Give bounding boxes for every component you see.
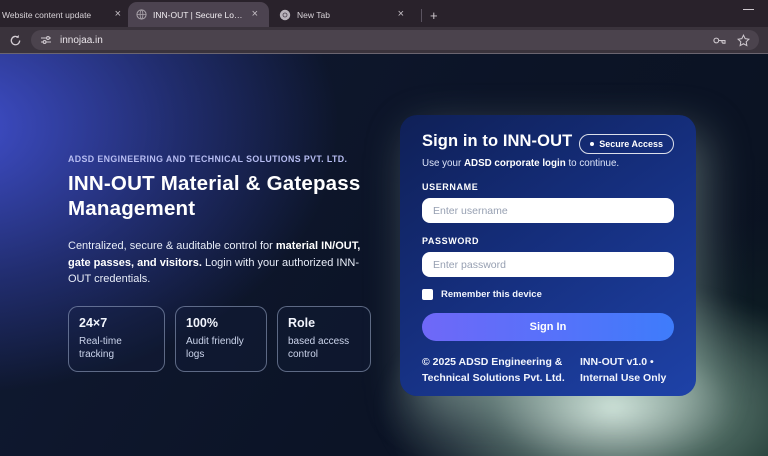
tab-separator: [421, 9, 422, 22]
subtitle-text: to continue.: [565, 158, 620, 169]
chromium-icon: [279, 9, 291, 21]
sign-in-title: Sign in to INN-OUT: [422, 132, 573, 150]
globe-icon: [135, 9, 147, 21]
password-input[interactable]: [422, 252, 674, 277]
stat-card-role-access: Role based access control: [277, 305, 371, 372]
tab-title: INN-OUT | Secure Login: [153, 9, 243, 20]
page-title: INN-OUT Material & Gatepass Management: [68, 172, 361, 220]
tab-strip: Website content update × INN-OUT | Secur…: [0, 0, 768, 27]
stat-card-realtime: 24×7 Real-time tracking: [68, 305, 165, 372]
remember-checkbox[interactable]: [422, 289, 433, 300]
tab-title: Website content update: [2, 9, 92, 20]
stat-subtitle: Real-time tracking: [79, 335, 122, 360]
stat-subtitle: based access control: [288, 335, 350, 360]
badge-label: Secure Access: [599, 139, 663, 149]
sign-in-subtitle: Use your ADSD corporate login to continu…: [422, 158, 674, 169]
browser-window: Website content update × INN-OUT | Secur…: [0, 0, 768, 456]
close-icon[interactable]: ×: [395, 9, 407, 20]
stat-title: 100%: [186, 315, 218, 330]
username-input[interactable]: [422, 198, 674, 223]
sign-in-card: Sign in to INN-OUT Secure Access Use you…: [400, 115, 696, 396]
tab-title: New Tab: [297, 9, 330, 20]
remember-device-row[interactable]: Remember this device: [422, 289, 674, 300]
bookmark-star-icon[interactable]: [737, 33, 750, 47]
remember-label[interactable]: Remember this device: [441, 289, 542, 300]
tab-website-content-update[interactable]: Website content update ×: [0, 2, 128, 27]
browser-toolbar: [0, 27, 768, 54]
sign-in-header: Sign in to INN-OUT Secure Access: [422, 132, 674, 154]
close-icon[interactable]: ×: [249, 9, 261, 20]
address-bar[interactable]: [31, 30, 759, 50]
username-label: USERNAME: [422, 182, 479, 192]
company-eyebrow: ADSD ENGINEERING AND TECHNICAL SOLUTIONS…: [68, 154, 348, 164]
hero-section: ADSD ENGINEERING AND TECHNICAL SOLUTIONS…: [68, 154, 398, 372]
stat-title: Role: [288, 315, 316, 330]
sign-in-button[interactable]: Sign In: [422, 313, 674, 341]
dot-icon: [590, 142, 595, 146]
minimize-button[interactable]: [743, 9, 754, 10]
tab-inn-out-secure-login[interactable]: INN-OUT | Secure Login ×: [128, 2, 269, 27]
tab-new-tab[interactable]: New Tab ×: [269, 2, 415, 27]
password-key-icon[interactable]: [712, 35, 727, 46]
stat-subtitle: Audit friendly logs: [186, 335, 244, 360]
sign-in-footer: © 2025 ADSD Engineering & Technical Solu…: [422, 355, 674, 387]
new-tab-button[interactable]: +: [424, 8, 444, 23]
close-icon[interactable]: ×: [112, 9, 124, 20]
reload-icon[interactable]: [9, 34, 22, 47]
password-label: PASSWORD: [422, 236, 480, 246]
stat-card-row: 24×7 Real-time tracking 100% Audit frien…: [68, 305, 398, 372]
copyright-text: © 2025 ADSD Engineering & Technical Solu…: [422, 356, 565, 384]
url-input[interactable]: [60, 34, 712, 46]
stat-card-audit: 100% Audit friendly logs: [175, 305, 267, 372]
stat-title: 24×7: [79, 315, 108, 330]
hero-description: Centralized, secure & auditable control …: [68, 238, 382, 288]
subtitle-bold-text: ADSD corporate login: [463, 158, 566, 169]
login-page: ADSD ENGINEERING AND TECHNICAL SOLUTIONS…: [0, 54, 768, 456]
secure-access-badge: Secure Access: [579, 134, 674, 154]
description-text: Centralized, secure & auditable control …: [68, 240, 276, 253]
subtitle-text: Use your: [422, 158, 464, 169]
version-text: INN-OUT v1.0 • Internal Use Only: [580, 356, 667, 384]
site-settings-icon[interactable]: [40, 34, 52, 46]
